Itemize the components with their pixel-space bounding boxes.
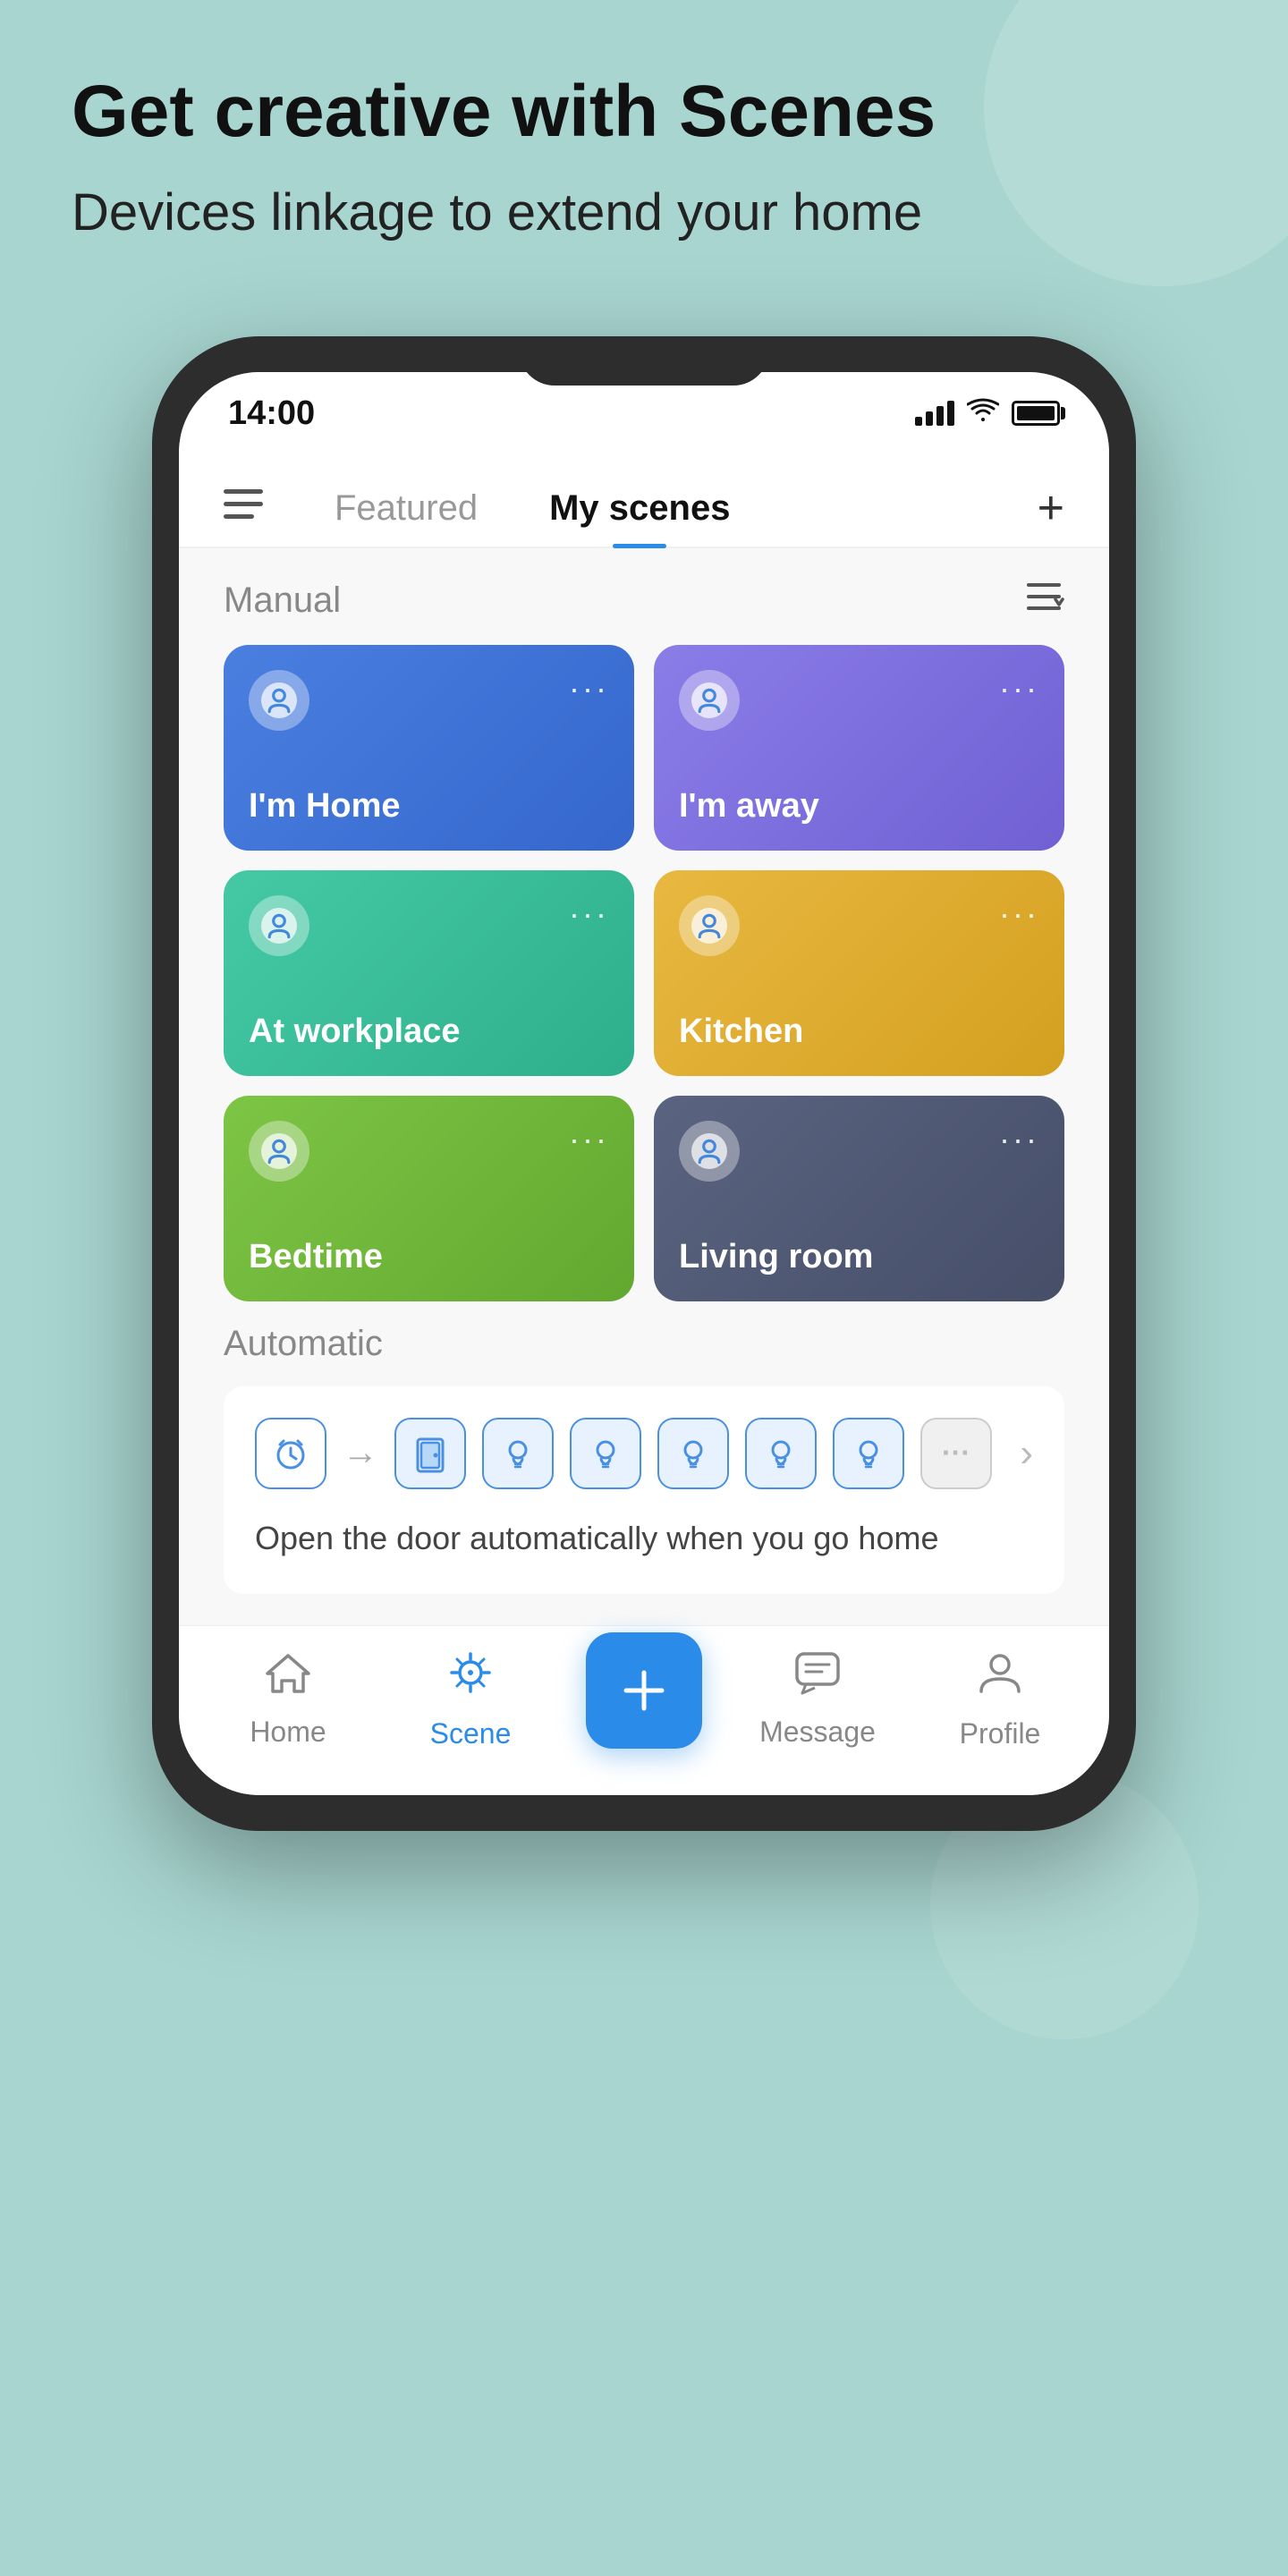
scene-card-im-away[interactable]: ··· I'm away [654, 645, 1064, 851]
scene-more-at-workplace[interactable]: ··· [569, 895, 609, 933]
automatic-section: Automatic [224, 1324, 1064, 1594]
scene-nav-label: Scene [430, 1717, 512, 1750]
scene-card-bedtime[interactable]: ··· Bedtime [224, 1096, 634, 1301]
automatic-section-title: Automatic [224, 1324, 383, 1364]
scene-icon-kitchen [679, 895, 740, 956]
scene-more-bedtime[interactable]: ··· [569, 1121, 609, 1158]
profile-nav-label: Profile [960, 1717, 1041, 1750]
scene-card-at-workplace[interactable]: ··· At workplace [224, 870, 634, 1076]
scene-name-at-workplace: At workplace [249, 1013, 609, 1051]
add-scene-button[interactable]: + [1038, 481, 1064, 535]
scene-more-living-room[interactable]: ··· [999, 1121, 1039, 1158]
bulb-icon-box-4 [745, 1418, 817, 1489]
scene-card-im-home[interactable]: ··· I'm Home [224, 645, 634, 851]
scene-content: Manual [179, 548, 1109, 1625]
automatic-description: Open the door automatically when you go … [255, 1514, 1033, 1563]
nav-item-message[interactable]: Message [750, 1650, 885, 1749]
scene-more-im-home[interactable]: ··· [569, 670, 609, 708]
manual-section-header: Manual [224, 580, 1064, 623]
scene-name-im-away: I'm away [679, 787, 1039, 826]
automatic-card[interactable]: → [224, 1386, 1064, 1594]
scene-icon-im-home [249, 670, 309, 731]
bulb-icon-box-3 [657, 1418, 729, 1489]
message-nav-label: Message [759, 1716, 876, 1749]
status-icons [915, 397, 1060, 430]
scene-card-kitchen[interactable]: ··· Kitchen [654, 870, 1064, 1076]
bulb-icon-box-5 [833, 1418, 904, 1489]
bulb-icon-box-1 [482, 1418, 554, 1489]
home-nav-label: Home [250, 1716, 326, 1749]
home-nav-icon [264, 1650, 312, 1707]
scene-name-im-home: I'm Home [249, 787, 609, 826]
scene-grid: ··· I'm Home [224, 645, 1064, 1301]
scene-nav-icon [446, 1648, 495, 1708]
alarm-icon-box [255, 1418, 326, 1489]
phone-screen: 14:00 [179, 372, 1109, 1795]
nav-item-scene[interactable]: Scene [403, 1648, 538, 1750]
more-icon-box: ··· [920, 1418, 992, 1489]
status-time: 14:00 [228, 394, 315, 433]
scene-card-living-room[interactable]: ··· Living room [654, 1096, 1064, 1301]
tab-featured[interactable]: Featured [299, 470, 513, 547]
nav-item-profile[interactable]: Profile [933, 1648, 1067, 1750]
scene-icon-bedtime [249, 1121, 309, 1182]
bottom-nav: Home [179, 1625, 1109, 1795]
scene-icon-at-workplace [249, 895, 309, 956]
scene-name-living-room: Living room [679, 1238, 1039, 1276]
bulb-icon-box-2 [570, 1418, 641, 1489]
nav-tabs: Featured My scenes + [179, 444, 1109, 548]
scene-icon-im-away [679, 670, 740, 731]
tab-my-scenes[interactable]: My scenes [513, 470, 766, 547]
add-button[interactable] [586, 1632, 702, 1749]
battery-icon [1012, 401, 1060, 426]
message-nav-icon [793, 1650, 842, 1707]
arrow-icon: → [343, 1433, 378, 1473]
nav-item-home[interactable]: Home [221, 1650, 355, 1749]
profile-nav-icon [976, 1648, 1024, 1708]
manual-section-title: Manual [224, 580, 341, 621]
scene-name-kitchen: Kitchen [679, 1013, 1039, 1051]
automatic-icons-row: → [255, 1418, 1033, 1489]
scene-icon-living-room [679, 1121, 740, 1182]
scene-name-bedtime: Bedtime [249, 1238, 609, 1276]
phone-device: 14:00 [152, 336, 1136, 1831]
menu-icon[interactable] [224, 486, 263, 531]
scene-more-im-away[interactable]: ··· [999, 670, 1039, 708]
door-icon-box [394, 1418, 466, 1489]
wifi-icon [967, 397, 999, 430]
phone-notch [519, 336, 769, 386]
signal-icon [915, 401, 954, 426]
chevron-right-icon[interactable]: › [1020, 1431, 1033, 1476]
sort-icon[interactable] [1025, 580, 1064, 623]
scene-more-kitchen[interactable]: ··· [999, 895, 1039, 933]
